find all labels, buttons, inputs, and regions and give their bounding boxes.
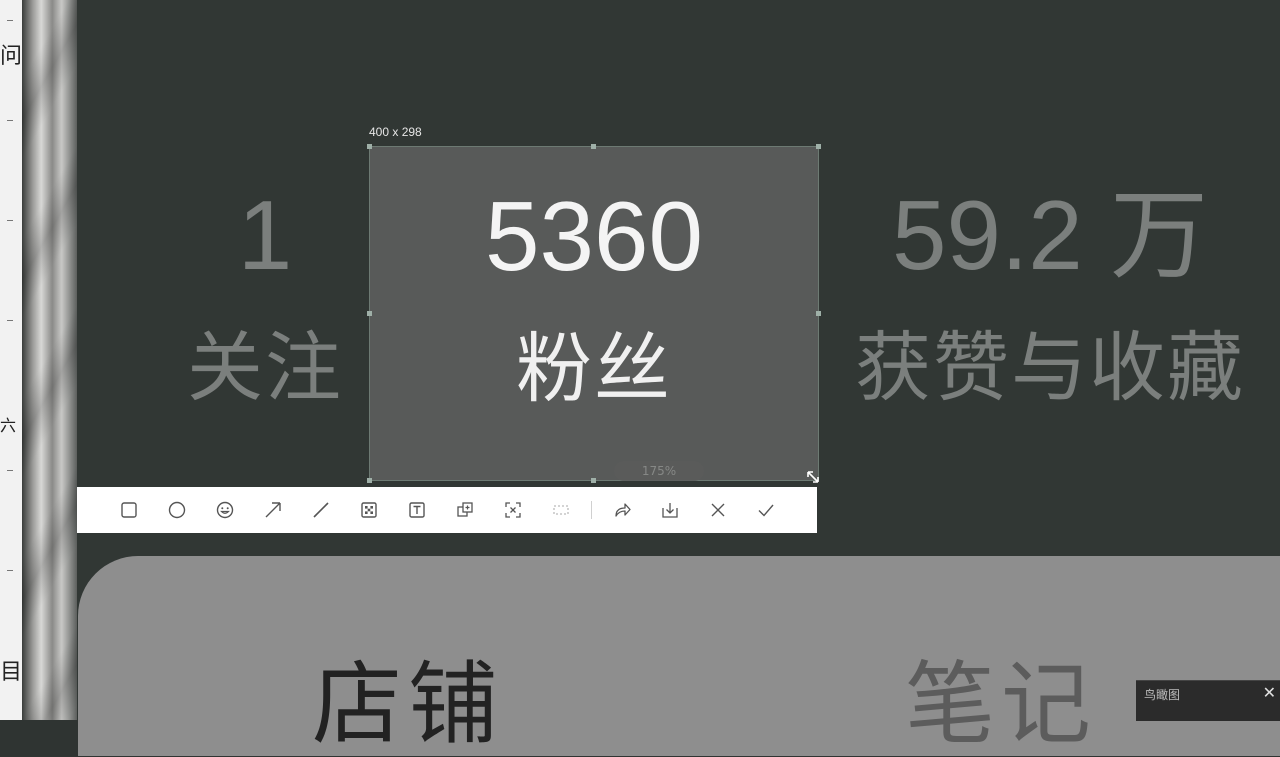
tab-shop[interactable]: 店铺	[312, 660, 504, 750]
save-button[interactable]	[646, 487, 694, 533]
resize-handle-right[interactable]	[816, 311, 821, 316]
background-text-fragment: 问	[0, 44, 23, 69]
resize-handle-top-left[interactable]	[367, 144, 372, 149]
mosaic-tool-button[interactable]	[345, 487, 393, 533]
arrow-icon	[265, 502, 281, 518]
background-text-fragment: 目	[0, 660, 23, 685]
share-button[interactable]	[598, 487, 646, 533]
pin-tool-button[interactable]	[441, 487, 489, 533]
ocr-tool-button[interactable]	[489, 487, 537, 533]
text-recognition-icon	[505, 502, 521, 518]
likes-count: 59.2 万	[892, 180, 1208, 290]
overview-mini-window[interactable]: 鸟瞰图 ✕	[1136, 680, 1280, 721]
rectangle-tool-button[interactable]	[105, 487, 153, 533]
zoom-level-indicator: 175%	[614, 461, 704, 481]
ellipse-tool-button[interactable]	[153, 487, 201, 533]
line-tool-button[interactable]	[297, 487, 345, 533]
rectangle-icon	[121, 502, 137, 518]
resize-handle-bottom-left[interactable]	[367, 478, 372, 483]
resize-cursor-icon[interactable]	[805, 469, 821, 485]
followers-label: 粉丝	[516, 324, 672, 413]
close-icon	[711, 503, 725, 517]
selection-size-label: 400 x 298	[369, 125, 422, 139]
resize-handle-bottom[interactable]	[591, 478, 596, 483]
mosaic-icon	[361, 502, 377, 518]
long-screenshot-tool-button[interactable]	[537, 487, 585, 533]
resize-handle-top-right[interactable]	[816, 144, 821, 149]
pin-to-screen-icon	[457, 502, 473, 517]
likes-label: 获赞与收藏	[855, 323, 1245, 412]
share-icon	[615, 503, 631, 517]
close-icon[interactable]: ✕	[1263, 683, 1276, 702]
long-screenshot-icon	[553, 505, 569, 515]
background-text-fragment: 六	[0, 416, 17, 435]
following-count: 1	[237, 180, 293, 290]
text-tool-button[interactable]	[393, 487, 441, 533]
background-window-edge: 问 六 目	[0, 0, 23, 720]
arrow-tool-button[interactable]	[249, 487, 297, 533]
cancel-button[interactable]	[694, 487, 742, 533]
checkmark-icon	[758, 504, 774, 517]
following-label: 关注	[187, 323, 343, 412]
mini-window-title: 鸟瞰图	[1144, 688, 1181, 702]
tab-notes[interactable]: 笔记	[905, 660, 1097, 750]
capture-selection[interactable]: 5360 粉丝 175%	[367, 144, 821, 483]
confirm-button[interactable]	[742, 487, 790, 533]
screenshot-toolbar	[77, 487, 817, 533]
emoji-tool-button[interactable]	[201, 487, 249, 533]
text-icon	[409, 502, 425, 518]
resize-handle-left[interactable]	[367, 311, 372, 316]
line-icon	[313, 502, 329, 518]
content-card	[78, 556, 1280, 756]
resize-handle-top[interactable]	[591, 144, 596, 149]
emoji-icon	[216, 501, 234, 519]
followers-count: 5360	[484, 181, 703, 291]
ellipse-icon	[168, 501, 186, 519]
download-icon	[662, 503, 678, 518]
toolbar-divider	[591, 501, 592, 519]
decorative-background-image	[22, 0, 77, 720]
